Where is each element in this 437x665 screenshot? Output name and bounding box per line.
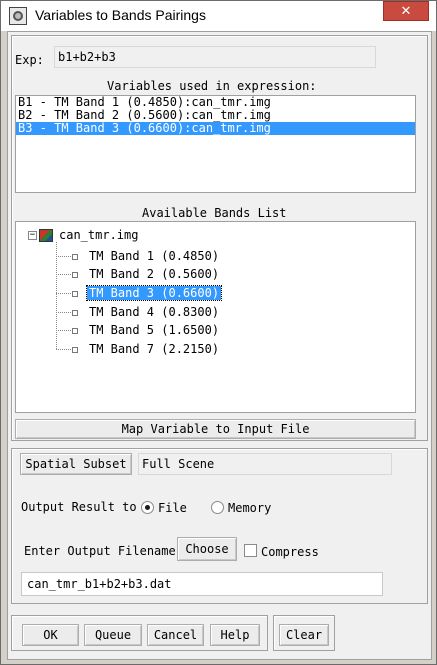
cancel-button[interactable]: Cancel: [147, 624, 204, 646]
collapse-icon[interactable]: −: [28, 231, 37, 240]
spatial-subset-button[interactable]: Spatial Subset: [20, 453, 132, 475]
ok-button[interactable]: OK: [22, 624, 79, 646]
memory-radio[interactable]: [211, 501, 224, 514]
subset-field: Full Scene: [138, 453, 392, 475]
filename-label: Enter Output Filename: [24, 544, 176, 558]
leaf-node-icon: [72, 271, 78, 278]
compress-label: Compress: [261, 545, 319, 559]
leaf-node-icon: [72, 290, 78, 297]
band-label: TM Band 1 (0.4850): [89, 249, 220, 263]
file-icon: [39, 229, 53, 242]
tree-node-file[interactable]: − can_tmr.img: [28, 227, 140, 243]
file-radio[interactable]: [141, 501, 154, 514]
output-group: Spatial Subset Full Scene Output Result …: [11, 448, 428, 604]
band-item[interactable]: TM Band 3 (0.6600): [72, 285, 223, 301]
queue-button[interactable]: Queue: [84, 624, 142, 646]
map-variable-button[interactable]: Map Variable to Input File: [15, 419, 416, 439]
compress-checkbox[interactable]: [244, 544, 257, 557]
bands-heading: Available Bands List: [142, 206, 287, 220]
choose-button[interactable]: Choose: [177, 537, 237, 561]
file-option-label: File: [158, 501, 187, 515]
dialog-window: Variables to Bands Pairings ✕ Exp: b1+b2…: [0, 0, 437, 665]
clear-group: Clear: [273, 615, 335, 651]
leaf-node-icon: [72, 327, 78, 334]
bands-tree[interactable]: − can_tmr.img TM Band 1 (0.4850) TM Band 2…: [15, 221, 416, 413]
band-label: TM Band 3 (0.6600): [85, 285, 223, 301]
variables-list[interactable]: B1 - TM Band 1 (0.4850):can_tmr.img B2 - …: [15, 95, 416, 193]
output-filename-input[interactable]: can_tmr_b1+b2+b3.dat: [21, 572, 383, 596]
variables-heading: Variables used in expression:: [107, 79, 317, 93]
close-button[interactable]: ✕: [383, 1, 429, 21]
title-bar[interactable]: Variables to Bands Pairings ✕: [1, 1, 436, 31]
pairing-group: Exp: b1+b2+b3 Variables used in expressi…: [11, 35, 428, 441]
clear-button[interactable]: Clear: [279, 624, 329, 646]
window-title: Variables to Bands Pairings: [35, 7, 206, 23]
band-item[interactable]: TM Band 2 (0.5600): [72, 266, 221, 282]
band-item[interactable]: TM Band 4 (0.8300): [72, 304, 221, 320]
band-item[interactable]: TM Band 1 (0.4850): [72, 248, 221, 264]
dialog-body: Exp: b1+b2+b3 Variables used in expressi…: [7, 31, 432, 660]
exp-label: Exp:: [15, 53, 44, 67]
help-button[interactable]: Help: [210, 624, 260, 646]
expression-field: b1+b2+b3: [54, 46, 376, 68]
output-label: Output Result to: [21, 500, 137, 514]
band-label: TM Band 5 (1.6500): [89, 323, 220, 337]
app-icon: [9, 7, 27, 25]
memory-option-label: Memory: [228, 501, 272, 515]
action-buttons-group: OK Queue Cancel Help: [11, 615, 268, 651]
leaf-node-icon: [72, 346, 78, 353]
band-item[interactable]: TM Band 7 (2.2150): [72, 341, 221, 357]
variable-item[interactable]: B3 - TM Band 3 (0.6600):can_tmr.img: [16, 122, 415, 135]
band-label: TM Band 4 (0.8300): [89, 305, 220, 319]
band-item[interactable]: TM Band 5 (1.6500): [72, 322, 221, 338]
band-label: TM Band 7 (2.2150): [89, 342, 220, 356]
leaf-node-icon: [72, 309, 78, 316]
band-label: TM Band 2 (0.5600): [89, 267, 220, 281]
file-name: can_tmr.img: [59, 228, 139, 242]
leaf-node-icon: [72, 253, 78, 260]
